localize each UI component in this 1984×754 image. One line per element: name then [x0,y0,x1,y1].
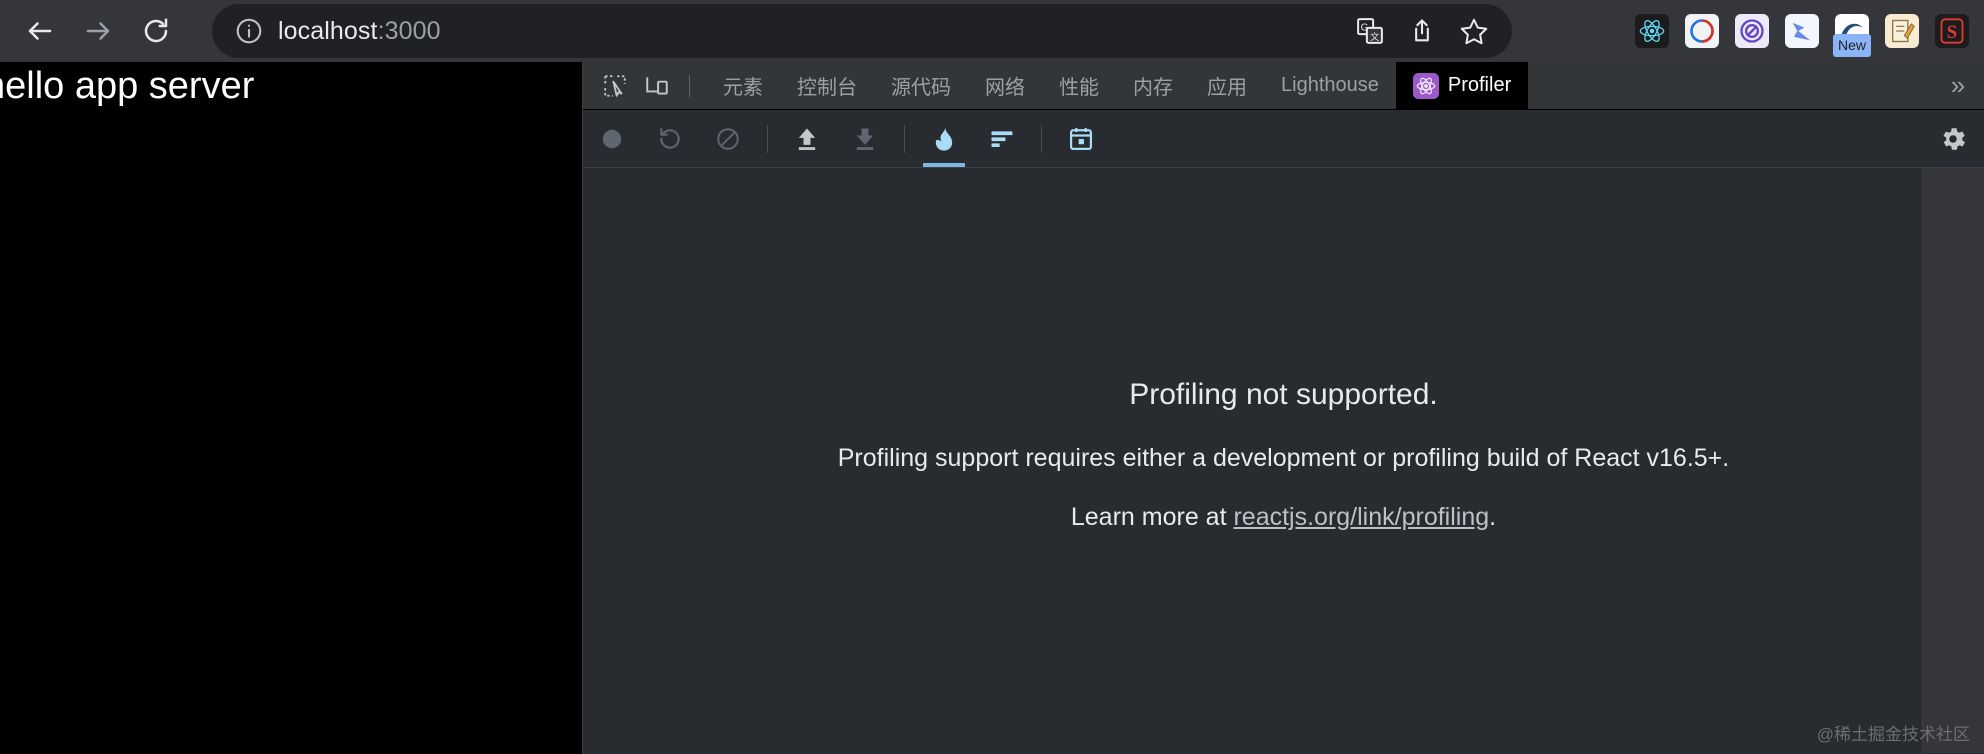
watermark: @稀土掘金技术社区 [1816,725,1970,744]
reload-button[interactable] [130,5,182,57]
browser-toolbar: localhost:3000 G 文 New S [0,0,1984,62]
page-viewport: hello app server [0,62,582,754]
url-port: :3000 [377,16,441,45]
save-profile-button[interactable] [836,110,894,167]
tab-lighthouse[interactable]: Lighthouse [1264,62,1396,109]
svg-text:S: S [1947,22,1957,43]
profiler-message-description: Profiling support requires either a deve… [837,443,1730,472]
omnibox-actions: G 文 [1346,4,1512,58]
profiler-settings-button[interactable] [1922,110,1984,167]
load-profile-button[interactable] [778,110,836,167]
profiler-message: Profiling not supported. Profiling suppo… [838,378,1729,532]
tab-label: 内存 [1133,77,1173,99]
svg-text:文: 文 [1370,31,1380,42]
tab-label: 网络 [985,77,1025,99]
share-icon[interactable] [1398,7,1446,55]
svg-text:G: G [1361,22,1369,33]
extension-new-badge: New [1832,34,1872,57]
reload-and-record-button[interactable] [641,110,699,167]
tab-label: 源代码 [891,77,951,99]
site-information-icon[interactable] [234,16,264,46]
link-suffix: . [1489,502,1497,531]
circle-swirl-icon[interactable] [1680,9,1724,53]
devtools-overflow-button[interactable]: » [1932,62,1984,109]
flamegraph-button[interactable] [915,110,973,167]
tab-sources[interactable]: 源代码 [874,62,968,109]
profiler-message-title: Profiling not supported. [1129,377,1438,411]
tab-application[interactable]: 应用 [1190,62,1264,109]
devtools-right-rail [1922,168,1984,753]
tab-elements[interactable]: 元素 [706,62,780,109]
tab-profiler[interactable]: Profiler [1395,62,1529,109]
toolbar-divider [767,124,768,153]
address-bar-text: localhost:3000 [278,17,441,46]
devtools-tabbar: 元素 控制台 源代码 网络 性能 内存 应用 Lighthouse Profil… [583,62,1984,110]
toolbar-divider [689,74,690,97]
back-button[interactable] [14,5,66,57]
bookmark-star-icon[interactable] [1450,7,1498,55]
extensions-bar: New S [1630,0,1974,62]
blue-bird-icon[interactable] [1780,9,1824,53]
inspect-element-icon[interactable] [595,66,635,106]
link-prefix: Learn more at [1070,502,1234,531]
wave-icon[interactable]: New [1830,9,1874,57]
notepad-pencil-icon[interactable] [1880,9,1924,53]
address-bar[interactable]: localhost:3000 G 文 [212,4,1512,58]
react-devtools-icon[interactable] [1630,9,1674,53]
tab-label: 元素 [723,77,763,99]
profiler-message-link-line: Learn more at reactjs.org/link/profiling… [838,503,1729,532]
tab-memory[interactable]: 内存 [1116,62,1190,109]
react-profiler-icon [1412,72,1439,99]
tab-label: Lighthouse [1281,74,1379,96]
url-host: localhost [278,16,378,45]
tab-network[interactable]: 网络 [968,62,1042,109]
tab-label: 性能 [1059,77,1099,99]
tab-label: 应用 [1207,77,1247,99]
devtools-tool-icons [583,62,706,109]
tab-performance[interactable]: 性能 [1042,62,1116,109]
devtools-panel: 元素 控制台 源代码 网络 性能 内存 应用 Lighthouse Profil… [582,62,1984,754]
profiling-docs-link[interactable]: reactjs.org/link/profiling [1233,503,1489,531]
tab-label: 控制台 [797,77,857,99]
purple-circle-icon[interactable] [1730,9,1774,53]
record-button[interactable] [583,110,641,167]
tab-console[interactable]: 控制台 [780,62,874,109]
toolbar-divider [904,124,905,153]
navigation-buttons [0,5,182,57]
tab-label: Profiler [1447,74,1512,96]
red-s-icon[interactable]: S [1930,9,1974,53]
profiler-toolbar [583,110,1984,168]
translate-icon[interactable]: G 文 [1346,7,1394,55]
toolbar-divider [1041,124,1042,153]
clear-button[interactable] [699,110,757,167]
timeline-button[interactable] [1052,110,1110,167]
devtools-tabs: 元素 控制台 源代码 网络 性能 内存 应用 Lighthouse Profil… [706,62,1932,109]
device-toolbar-icon[interactable] [637,66,677,106]
forward-button[interactable] [72,5,124,57]
profiler-empty-state: Profiling not supported. Profiling suppo… [583,168,1984,753]
page-heading: hello app server [0,65,255,107]
ranked-chart-button[interactable] [973,110,1031,167]
